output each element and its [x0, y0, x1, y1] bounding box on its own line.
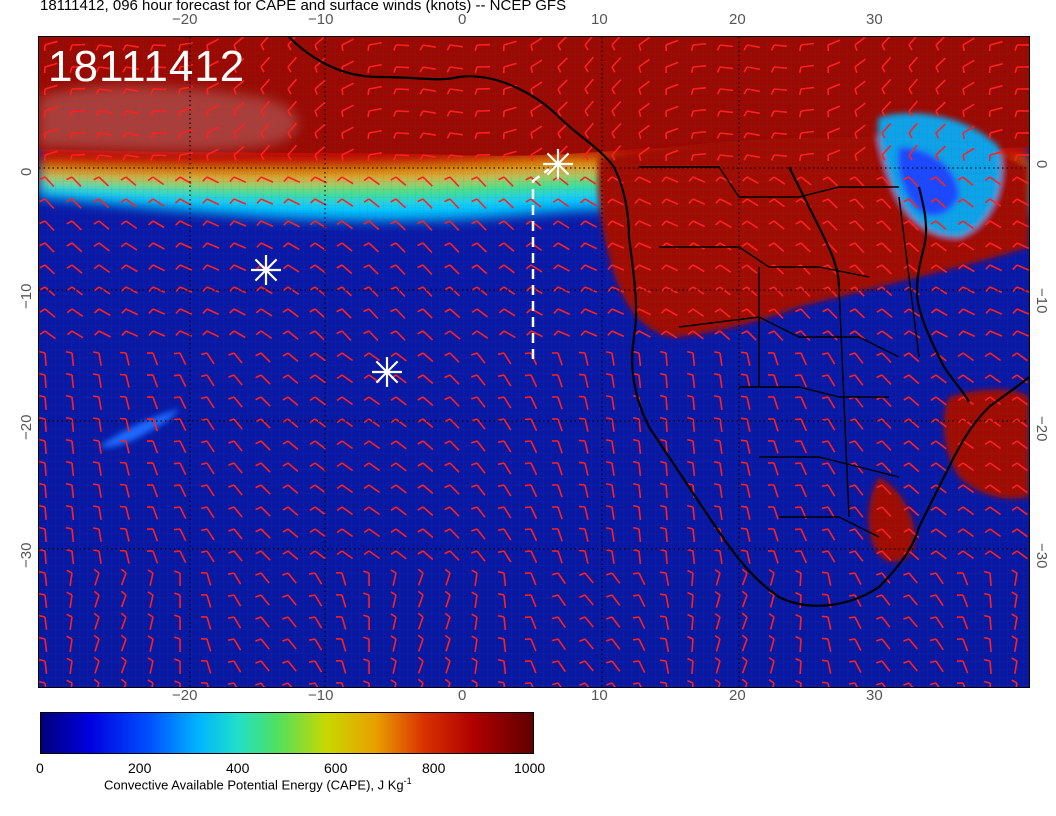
x-tick-bottom: 0: [458, 687, 467, 704]
colorbar-tick-label: 0: [36, 760, 44, 776]
y-tick-left: −10: [18, 283, 35, 309]
asterisk-icon: [543, 149, 573, 179]
colorbar-title-text: Convective Available Potential Energy (C…: [104, 777, 404, 793]
colorbar-tick-label: 800: [422, 760, 446, 776]
colorbar-tick-label: 1000: [514, 760, 546, 776]
cape-map: [39, 37, 1029, 687]
colorbar-title-superscript: -1: [403, 776, 412, 786]
y-tick-left: 0: [18, 167, 35, 176]
x-tick-top: 10: [591, 11, 608, 28]
colorbar-tick-label: 400: [226, 760, 250, 776]
y-tick-right: −10: [1033, 288, 1050, 314]
y-tick-left: −30: [18, 542, 35, 568]
x-tick-bottom: 20: [729, 687, 746, 704]
y-tick-right: −30: [1033, 543, 1050, 569]
asterisk-icon: [251, 255, 281, 285]
asterisk-icon: [372, 357, 402, 387]
map-panel: [38, 36, 1030, 688]
x-tick-bottom: 30: [866, 687, 883, 704]
x-tick-top: −10: [308, 11, 334, 28]
x-tick-top: 30: [866, 11, 883, 28]
cape-colorbar: [40, 712, 534, 754]
date-stamp: 18111412: [48, 42, 246, 91]
y-tick-left: −20: [18, 414, 35, 440]
colorbar-title: Convective Available Potential Energy (C…: [104, 776, 412, 792]
colorbar-tick-label: 200: [128, 760, 152, 776]
x-tick-bottom: −20: [172, 687, 198, 704]
x-tick-top: 0: [458, 11, 467, 28]
x-tick-bottom: 10: [591, 687, 608, 704]
chart-title: 18111412, 096 hour forecast for CAPE and…: [40, 0, 567, 14]
y-tick-right: 0: [1033, 160, 1050, 169]
colorbar-tick-label: 600: [324, 760, 348, 776]
x-tick-bottom: −10: [308, 687, 334, 704]
grid-overlay: [39, 37, 1029, 687]
x-tick-top: −20: [172, 11, 198, 28]
x-tick-top: 20: [729, 11, 746, 28]
y-tick-right: −20: [1033, 416, 1050, 442]
